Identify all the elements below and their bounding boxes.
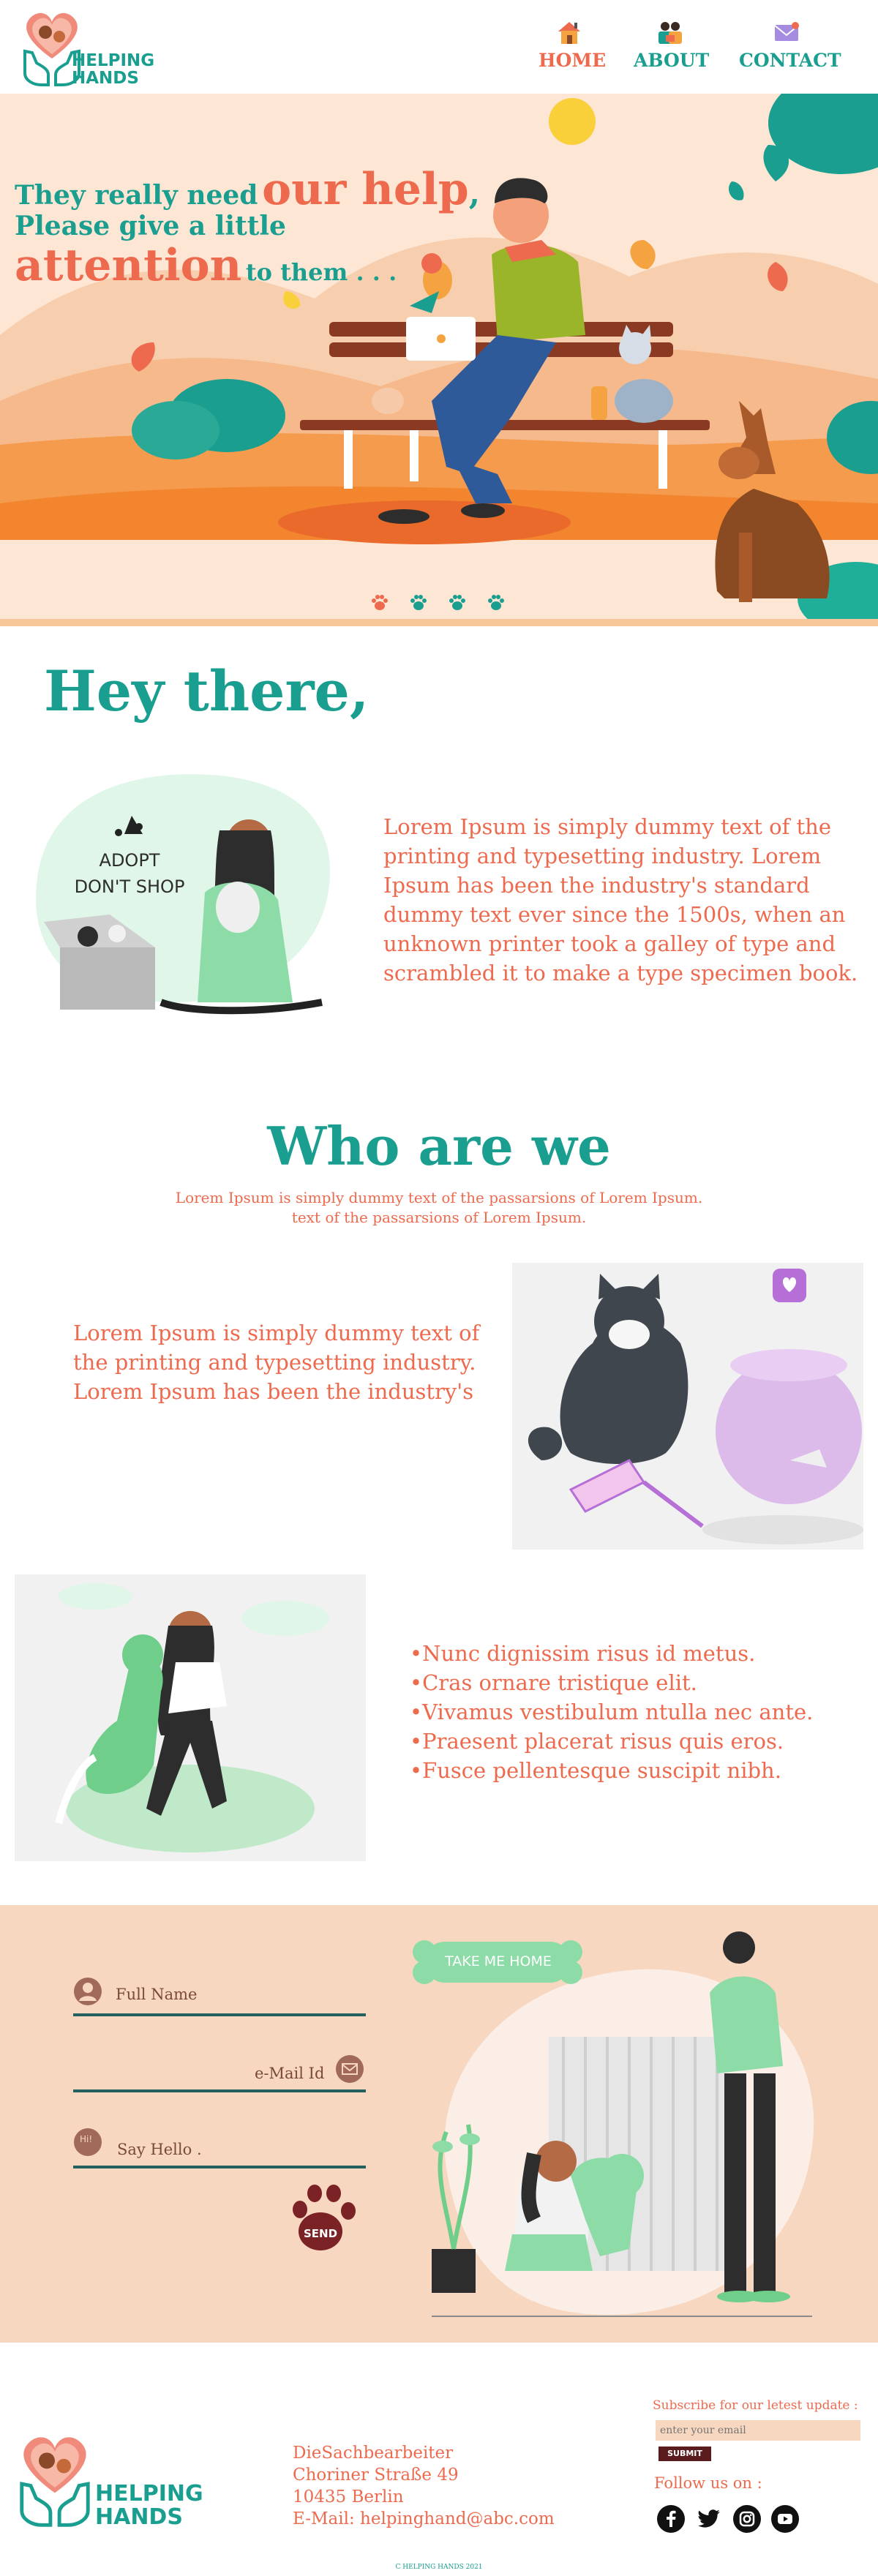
- hero-banner: They really need our help, Please give a…: [0, 94, 878, 626]
- bullet-item: •Nunc dignissim risus id metus.: [410, 1641, 756, 1666]
- dog-hug-icon: [55, 1583, 329, 1852]
- heart-hands-logo-icon: [20, 2437, 90, 2527]
- nav-about[interactable]: ABOUT: [634, 19, 710, 71]
- adopt-sign-line2: DON'T SHOP: [74, 876, 185, 897]
- site-footer: HELPING HANDS DieSachbearbeiter Choriner…: [0, 2343, 878, 2576]
- instagram-icon[interactable]: [733, 2505, 761, 2533]
- send-button-label: SEND: [303, 2227, 338, 2240]
- footer-logo-line1: HELPING: [95, 2481, 203, 2506]
- submit-button[interactable]: SUBMIT: [658, 2447, 711, 2461]
- address-line: Choriner Straße 49: [293, 2466, 459, 2485]
- address-line[interactable]: E-Mail: helpinghand@abc.com: [293, 2509, 555, 2528]
- twitter-icon[interactable]: [695, 2505, 723, 2533]
- full-name-label: Full Name: [116, 1986, 198, 2003]
- nav-contact-label: CONTACT: [739, 50, 841, 71]
- who-paragraph: Lorem Ipsum is simply dummy text of the …: [73, 1321, 480, 1404]
- youtube-icon[interactable]: [771, 2505, 799, 2533]
- carousel-paw-icon-1[interactable]: [370, 593, 389, 612]
- dog-woman-illustration: [15, 1574, 366, 1861]
- who-subtitle-line2: text of the passarsions of Lorem Ipsum.: [291, 1209, 587, 1226]
- hero-line3-big: attention: [15, 240, 242, 291]
- adopt-woman-cats-icon: [36, 774, 331, 1015]
- logo-text-line1: HELPING: [72, 51, 155, 70]
- footer-logo[interactable]: HELPING HANDS: [15, 2425, 234, 2534]
- full-name-field[interactable]: Full Name: [73, 1975, 366, 2019]
- home-icon: [558, 22, 580, 44]
- address-line: 10435 Berlin: [293, 2487, 404, 2506]
- user-icon: [74, 1978, 102, 2005]
- bullet-item: •Fusce pellentesque suscipit nibh.: [410, 1758, 781, 1783]
- shelter-adoption-icon: [413, 1931, 814, 2317]
- nav-home[interactable]: HOME: [539, 19, 607, 71]
- full-name-underline: [73, 2013, 366, 2016]
- message-underline: [73, 2166, 366, 2168]
- hero-line-2: Please give a little: [15, 211, 286, 241]
- bullet-item: •Cras ornare tristique elit.: [410, 1670, 697, 1695]
- hero-line-3: attention to them . . .: [15, 240, 397, 291]
- site-header: HELPING HANDS HOME ABOUT CONTACT: [0, 0, 878, 94]
- email-underline: [73, 2089, 366, 2092]
- hero-line3-small: to them . . .: [245, 258, 397, 286]
- email-label: e-Mail Id: [255, 2065, 325, 2082]
- message-label: Say Hello .: [117, 2141, 202, 2158]
- who-subtitle-line1: Lorem Ipsum is simply dummy text of the …: [175, 1189, 703, 1206]
- carousel-paw-icon-4[interactable]: [487, 593, 506, 612]
- take-me-home-illustration: TAKE ME HOME: [402, 1927, 827, 2322]
- nav-home-label: HOME: [539, 50, 607, 71]
- mail-circle-icon: [336, 2055, 364, 2083]
- about-icon: [658, 22, 682, 44]
- logo-text-line2: HANDS: [72, 69, 139, 88]
- hero-bottom-stripe: [0, 619, 878, 626]
- subscribe-email-input[interactable]: [656, 2420, 860, 2441]
- bullet-list: •Nunc dignissim risus id metus. •Cras or…: [410, 1639, 863, 1785]
- hero-line1-small: They really need: [15, 180, 258, 211]
- address-line: DieSachbearbeiter: [293, 2444, 454, 2463]
- subscribe-title: Subscribe for our letest update :: [653, 2398, 858, 2413]
- email-field[interactable]: e-Mail Id: [73, 2050, 366, 2094]
- cat-fishbowl-illustration: [512, 1263, 863, 1550]
- cat-fishbowl-icon: [528, 1269, 863, 1544]
- message-field[interactable]: Hi! Say Hello .: [73, 2126, 366, 2170]
- facebook-icon[interactable]: [657, 2505, 685, 2533]
- paw-button-icon: [293, 2185, 356, 2250]
- contact-form-section: Full Name e-Mail Id Hi! Say Hello . SEND: [0, 1905, 878, 2343]
- carousel-paw-icon-2[interactable]: [409, 593, 428, 612]
- adopt-sign-line1: ADOPT: [99, 850, 160, 871]
- hero-line1-comma: ,: [468, 175, 481, 212]
- mail-icon: [774, 22, 799, 41]
- carousel-paw-icon-3[interactable]: [448, 593, 467, 612]
- nav-contact[interactable]: CONTACT: [739, 19, 841, 71]
- footer-logo-line2: HANDS: [95, 2504, 183, 2530]
- hero-line-1: They really need our help,: [15, 164, 480, 215]
- hero-line1-big: our help: [262, 164, 469, 215]
- copyright-text: C HELPING HANDS 2021: [395, 2564, 483, 2571]
- who-title: Who are we: [267, 1115, 611, 1177]
- take-me-home-sign-label: TAKE ME HOME: [445, 1953, 552, 1969]
- site-logo[interactable]: HELPING HANDS: [19, 7, 165, 88]
- bullet-item: •Vivamus vestibulum ntulla nec ante.: [410, 1700, 814, 1724]
- chat-bubble-text: Hi!: [80, 2134, 93, 2144]
- bullet-item: •Praesent placerat risus quis eros.: [410, 1729, 784, 1754]
- send-button[interactable]: SEND: [290, 2183, 363, 2253]
- greeting-paragraph: Lorem Ipsum is simply dummy text of the …: [383, 814, 858, 985]
- nav-about-label: ABOUT: [634, 50, 710, 71]
- adopt-illustration: ADOPT DON'T SHOP: [29, 761, 366, 1039]
- follow-us-label: Follow us on :: [654, 2474, 762, 2492]
- greeting-title: Hey there,: [44, 658, 369, 724]
